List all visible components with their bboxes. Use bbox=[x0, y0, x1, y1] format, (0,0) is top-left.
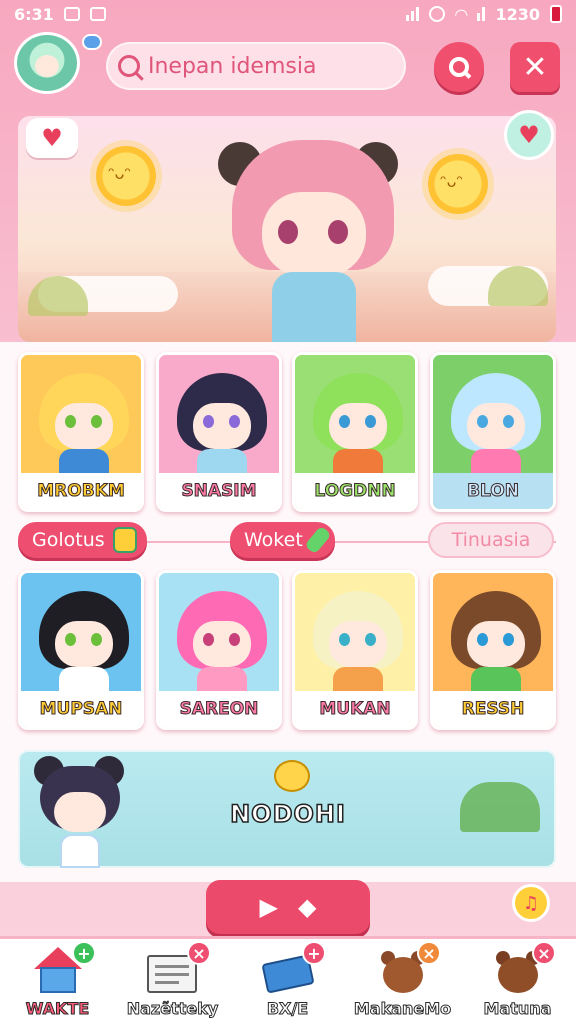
banner-title: NODOHI bbox=[229, 799, 346, 829]
nav-item-bxe[interactable]: + BX/E bbox=[230, 939, 345, 1024]
character-card[interactable]: BLON bbox=[430, 352, 556, 512]
play-button[interactable]: ▶ ◆ bbox=[206, 880, 370, 934]
wifi-icon: ◠ bbox=[455, 4, 468, 24]
header: ✕ bbox=[0, 30, 576, 102]
character-card[interactable]: SAREON bbox=[156, 570, 282, 730]
signal-strength-icon bbox=[477, 7, 486, 21]
nav-item-news[interactable]: × Nazẽtteky bbox=[115, 939, 230, 1024]
tab-label: Woket bbox=[244, 529, 303, 551]
heart-icon: ♥ bbox=[41, 124, 63, 152]
close-badge-icon: × bbox=[417, 941, 441, 965]
nav-label: Matuna bbox=[483, 999, 552, 1019]
nav-label: MakaneMo bbox=[353, 999, 452, 1019]
search-bar[interactable] bbox=[106, 42, 406, 90]
character-name: SAREON bbox=[159, 691, 279, 727]
status-number: 1230 bbox=[495, 4, 540, 24]
close-button[interactable]: ✕ bbox=[510, 42, 560, 92]
character-name: RESSH bbox=[433, 691, 553, 727]
mail-icon bbox=[89, 7, 106, 21]
character-card[interactable]: LOGDNN bbox=[292, 352, 418, 512]
tab-label: Tinuasia bbox=[451, 529, 531, 551]
profile-avatar[interactable] bbox=[14, 32, 80, 94]
tab-tinuasia[interactable]: Tinuasia bbox=[428, 522, 554, 558]
character-name: MUPSAN bbox=[21, 691, 141, 727]
character-card[interactable]: MUKAN bbox=[292, 570, 418, 730]
character-card[interactable]: RESSH bbox=[430, 570, 556, 730]
character-name: BLON bbox=[433, 473, 553, 509]
nav-item-wakte[interactable]: + WAKTE bbox=[0, 939, 115, 1024]
character-name: MROBKM bbox=[21, 473, 141, 509]
battery-icon bbox=[550, 5, 562, 23]
status-bar: 6:31 ◠ 1230 bbox=[0, 0, 576, 28]
signal-icon bbox=[406, 7, 420, 21]
character-name: LOGDNN bbox=[295, 473, 415, 509]
status-time: 6:31 bbox=[14, 4, 54, 24]
close-badge-icon: × bbox=[532, 941, 556, 965]
bottom-navigation: + WAKTE × Nazẽtteky + BX/E × MakaneMo × … bbox=[0, 936, 576, 1024]
tab-row: Golotus Woket Tinuasia bbox=[0, 522, 576, 562]
music-note-icon: ♫ bbox=[522, 892, 540, 914]
hero-character[interactable] bbox=[218, 122, 408, 342]
nav-item-makanemo[interactable]: × MakaneMo bbox=[345, 939, 460, 1024]
add-badge-icon: + bbox=[302, 941, 326, 965]
chat-bubble-icon[interactable] bbox=[82, 34, 102, 50]
like-button[interactable]: ♥ bbox=[26, 118, 78, 158]
search-input[interactable] bbox=[148, 53, 388, 79]
notification-icon bbox=[63, 7, 80, 21]
nav-label: WAKTE bbox=[25, 999, 90, 1019]
diamond-icon: ◆ bbox=[298, 893, 317, 921]
play-icon: ▶ bbox=[259, 893, 278, 921]
character-name: MUKAN bbox=[295, 691, 415, 727]
close-icon: ✕ bbox=[522, 49, 548, 85]
tab-label: Golotus bbox=[32, 529, 105, 551]
character-card[interactable]: SNASIM bbox=[156, 352, 282, 512]
character-card[interactable]: MROBKM bbox=[18, 352, 144, 512]
favorite-button[interactable]: ♥ bbox=[504, 110, 554, 160]
sun-mascot-icon bbox=[96, 146, 156, 206]
nav-label: Nazẽtteky bbox=[126, 999, 219, 1019]
search-icon bbox=[449, 57, 469, 77]
search-icon bbox=[118, 55, 140, 77]
gem-icon bbox=[112, 527, 137, 553]
alarm-icon bbox=[429, 6, 446, 22]
cat-mascot-icon bbox=[274, 760, 310, 792]
hero-banner bbox=[18, 116, 556, 342]
character-name: SNASIM bbox=[159, 473, 279, 509]
character-card[interactable]: MUPSAN bbox=[18, 570, 144, 730]
tab-golotus[interactable]: Golotus bbox=[18, 522, 147, 558]
close-badge-icon: × bbox=[187, 941, 211, 965]
add-badge-icon: + bbox=[72, 941, 96, 965]
tab-woket[interactable]: Woket bbox=[230, 522, 335, 558]
gem-icon bbox=[304, 525, 332, 555]
search-button[interactable] bbox=[434, 42, 484, 92]
nav-item-matuna[interactable]: × Matuna bbox=[460, 939, 575, 1024]
music-button[interactable]: ♫ bbox=[512, 884, 550, 922]
sun-mascot-icon bbox=[428, 154, 488, 214]
heart-icon: ♥ bbox=[518, 121, 540, 149]
nav-label: BX/E bbox=[266, 999, 309, 1019]
